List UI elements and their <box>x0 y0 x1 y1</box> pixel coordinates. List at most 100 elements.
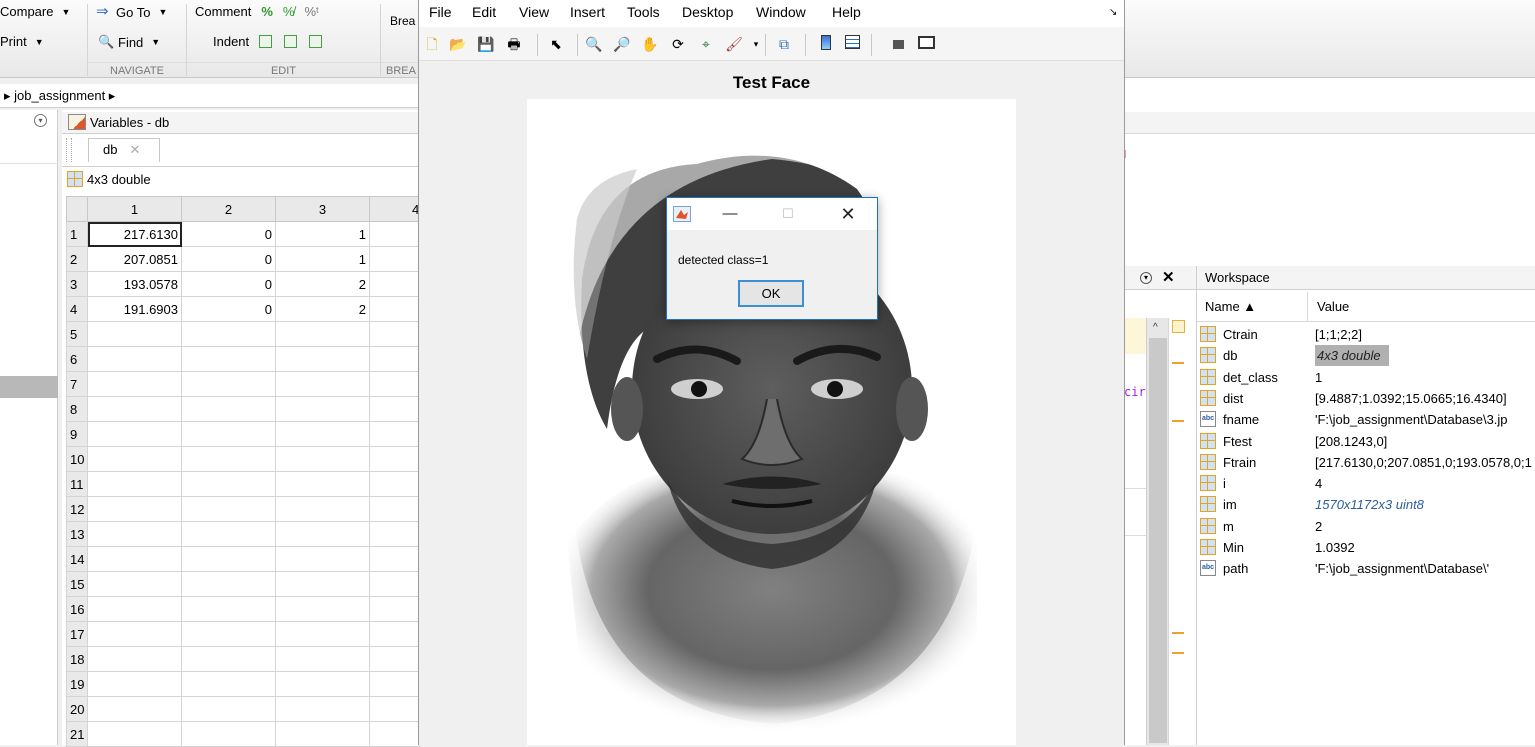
open-file-icon[interactable]: 📂 <box>449 35 467 53</box>
table-cell[interactable] <box>275 721 370 747</box>
print-button[interactable]: Print ▼ <box>0 34 44 49</box>
table-cell[interactable] <box>181 546 276 572</box>
table-cell[interactable] <box>368 521 421 547</box>
panel-options-icon[interactable]: ▾ <box>34 114 47 127</box>
workspace-row[interactable]: dist [9.4887;1.0392;15.0665;16.4340] <box>1197 388 1535 409</box>
close-icon[interactable]: ✕ <box>833 202 863 226</box>
row-header[interactable]: 15 <box>66 571 88 597</box>
workspace-row[interactable]: Ctrain [1;1;2;2] <box>1197 324 1535 345</box>
row-header[interactable]: 20 <box>66 696 88 722</box>
row-header[interactable]: 3 <box>66 271 88 297</box>
row-header[interactable]: 5 <box>66 321 88 347</box>
row-header[interactable]: 7 <box>66 371 88 397</box>
address-bar[interactable]: ▸ job_assignment ▸ <box>0 84 420 108</box>
row-header[interactable]: 10 <box>66 446 88 472</box>
table-cell[interactable] <box>275 546 370 572</box>
menu-tools[interactable]: Tools <box>627 4 660 20</box>
table-cell[interactable] <box>87 321 182 347</box>
table-cell[interactable] <box>275 471 370 497</box>
menu-desktop[interactable]: Desktop <box>682 4 733 20</box>
menu-help[interactable]: Help <box>832 4 861 20</box>
menu-view[interactable]: View <box>519 4 549 20</box>
workspace-row[interactable]: Ftrain [217.6130,0;207.0851,0;193.0578,0;… <box>1197 452 1535 473</box>
table-cell[interactable] <box>368 621 421 647</box>
table-cell[interactable]: 2 <box>275 296 370 322</box>
table-cell[interactable] <box>87 571 182 597</box>
warning-mark[interactable] <box>1172 652 1184 654</box>
table-cell[interactable] <box>368 321 421 347</box>
table-cell[interactable] <box>368 671 421 697</box>
row-header[interactable]: 9 <box>66 421 88 447</box>
table-cell[interactable] <box>87 671 182 697</box>
row-header[interactable]: 11 <box>66 471 88 497</box>
table-cell[interactable] <box>368 446 421 472</box>
table-cell[interactable] <box>181 396 276 422</box>
table-cell[interactable] <box>181 346 276 372</box>
table-cell[interactable] <box>181 596 276 622</box>
scrollbar-thumb[interactable] <box>1149 338 1167 743</box>
goto-button[interactable]: ⇒ Go To ▼ <box>96 4 167 20</box>
table-cell[interactable] <box>275 346 370 372</box>
show-plot-tools-icon[interactable] <box>917 35 935 53</box>
table-cell[interactable]: 217.6130 <box>87 221 182 247</box>
print-icon[interactable]: 🖶 <box>505 35 523 53</box>
table-cell[interactable] <box>87 596 182 622</box>
table-cell[interactable] <box>275 696 370 722</box>
column-header[interactable]: 1 <box>87 196 182 222</box>
table-cell[interactable] <box>275 571 370 597</box>
tab-db[interactable]: db ✕ <box>88 138 160 162</box>
table-cell[interactable] <box>87 471 182 497</box>
row-header[interactable]: 6 <box>66 346 88 372</box>
table-cell[interactable] <box>275 321 370 347</box>
selected-file-highlight[interactable] <box>0 376 58 398</box>
find-button[interactable]: 🔍 Find ▼ <box>98 34 160 50</box>
table-cell[interactable] <box>368 421 421 447</box>
zoom-out-icon[interactable]: 🔎 <box>613 35 631 53</box>
table-cell[interactable] <box>368 221 421 247</box>
table-cell[interactable] <box>368 346 421 372</box>
table-cell[interactable] <box>181 496 276 522</box>
row-header[interactable]: 2 <box>66 246 88 272</box>
table-cell[interactable] <box>87 446 182 472</box>
table-cell[interactable] <box>87 546 182 572</box>
table-cell[interactable]: 0 <box>181 271 276 297</box>
table-cell[interactable] <box>368 596 421 622</box>
table-cell[interactable] <box>368 246 421 272</box>
row-header[interactable]: 19 <box>66 671 88 697</box>
table-cell[interactable] <box>87 496 182 522</box>
row-header[interactable]: 12 <box>66 496 88 522</box>
close-icon[interactable]: ✕ <box>1162 268 1175 286</box>
table-cell[interactable] <box>368 471 421 497</box>
ok-button[interactable]: OK <box>738 280 804 307</box>
workspace-row[interactable]: abc path 'F:\job_assignment\Database\' <box>1197 558 1535 579</box>
table-cell[interactable] <box>181 471 276 497</box>
table-cell[interactable] <box>275 421 370 447</box>
table-cell[interactable] <box>275 371 370 397</box>
table-cell[interactable] <box>87 721 182 747</box>
workspace-row[interactable]: Ftest [208.1243,0] <box>1197 431 1535 452</box>
table-cell[interactable] <box>275 646 370 672</box>
table-cell[interactable]: 1 <box>275 221 370 247</box>
zoom-in-icon[interactable]: 🔍 <box>585 35 603 53</box>
save-icon[interactable]: 💾 <box>477 35 495 53</box>
table-cell[interactable] <box>181 521 276 547</box>
menu-edit[interactable]: Edit <box>472 4 496 20</box>
table-cell[interactable] <box>368 296 421 322</box>
data-cursor-icon[interactable]: ⌖ <box>697 35 715 53</box>
new-figure-icon[interactable]: 🗋 <box>423 35 441 53</box>
link-plot-icon[interactable]: ⧉ <box>775 35 793 53</box>
column-header[interactable]: 4 <box>368 196 421 222</box>
table-cell[interactable] <box>368 271 421 297</box>
table-cell[interactable] <box>181 571 276 597</box>
table-cell[interactable] <box>368 396 421 422</box>
table-cell[interactable] <box>368 371 421 397</box>
chevron-down-icon[interactable]: ▾ <box>747 35 765 53</box>
table-cell[interactable] <box>368 646 421 672</box>
table-cell[interactable] <box>275 521 370 547</box>
workspace-row[interactable]: i4 <box>1197 473 1535 494</box>
table-cell[interactable] <box>368 696 421 722</box>
table-cell[interactable] <box>181 721 276 747</box>
workspace-row[interactable]: det_class 1 <box>1197 367 1535 388</box>
dialog-title-bar[interactable]: — ☐ ✕ <box>667 198 877 230</box>
table-cell[interactable] <box>275 621 370 647</box>
